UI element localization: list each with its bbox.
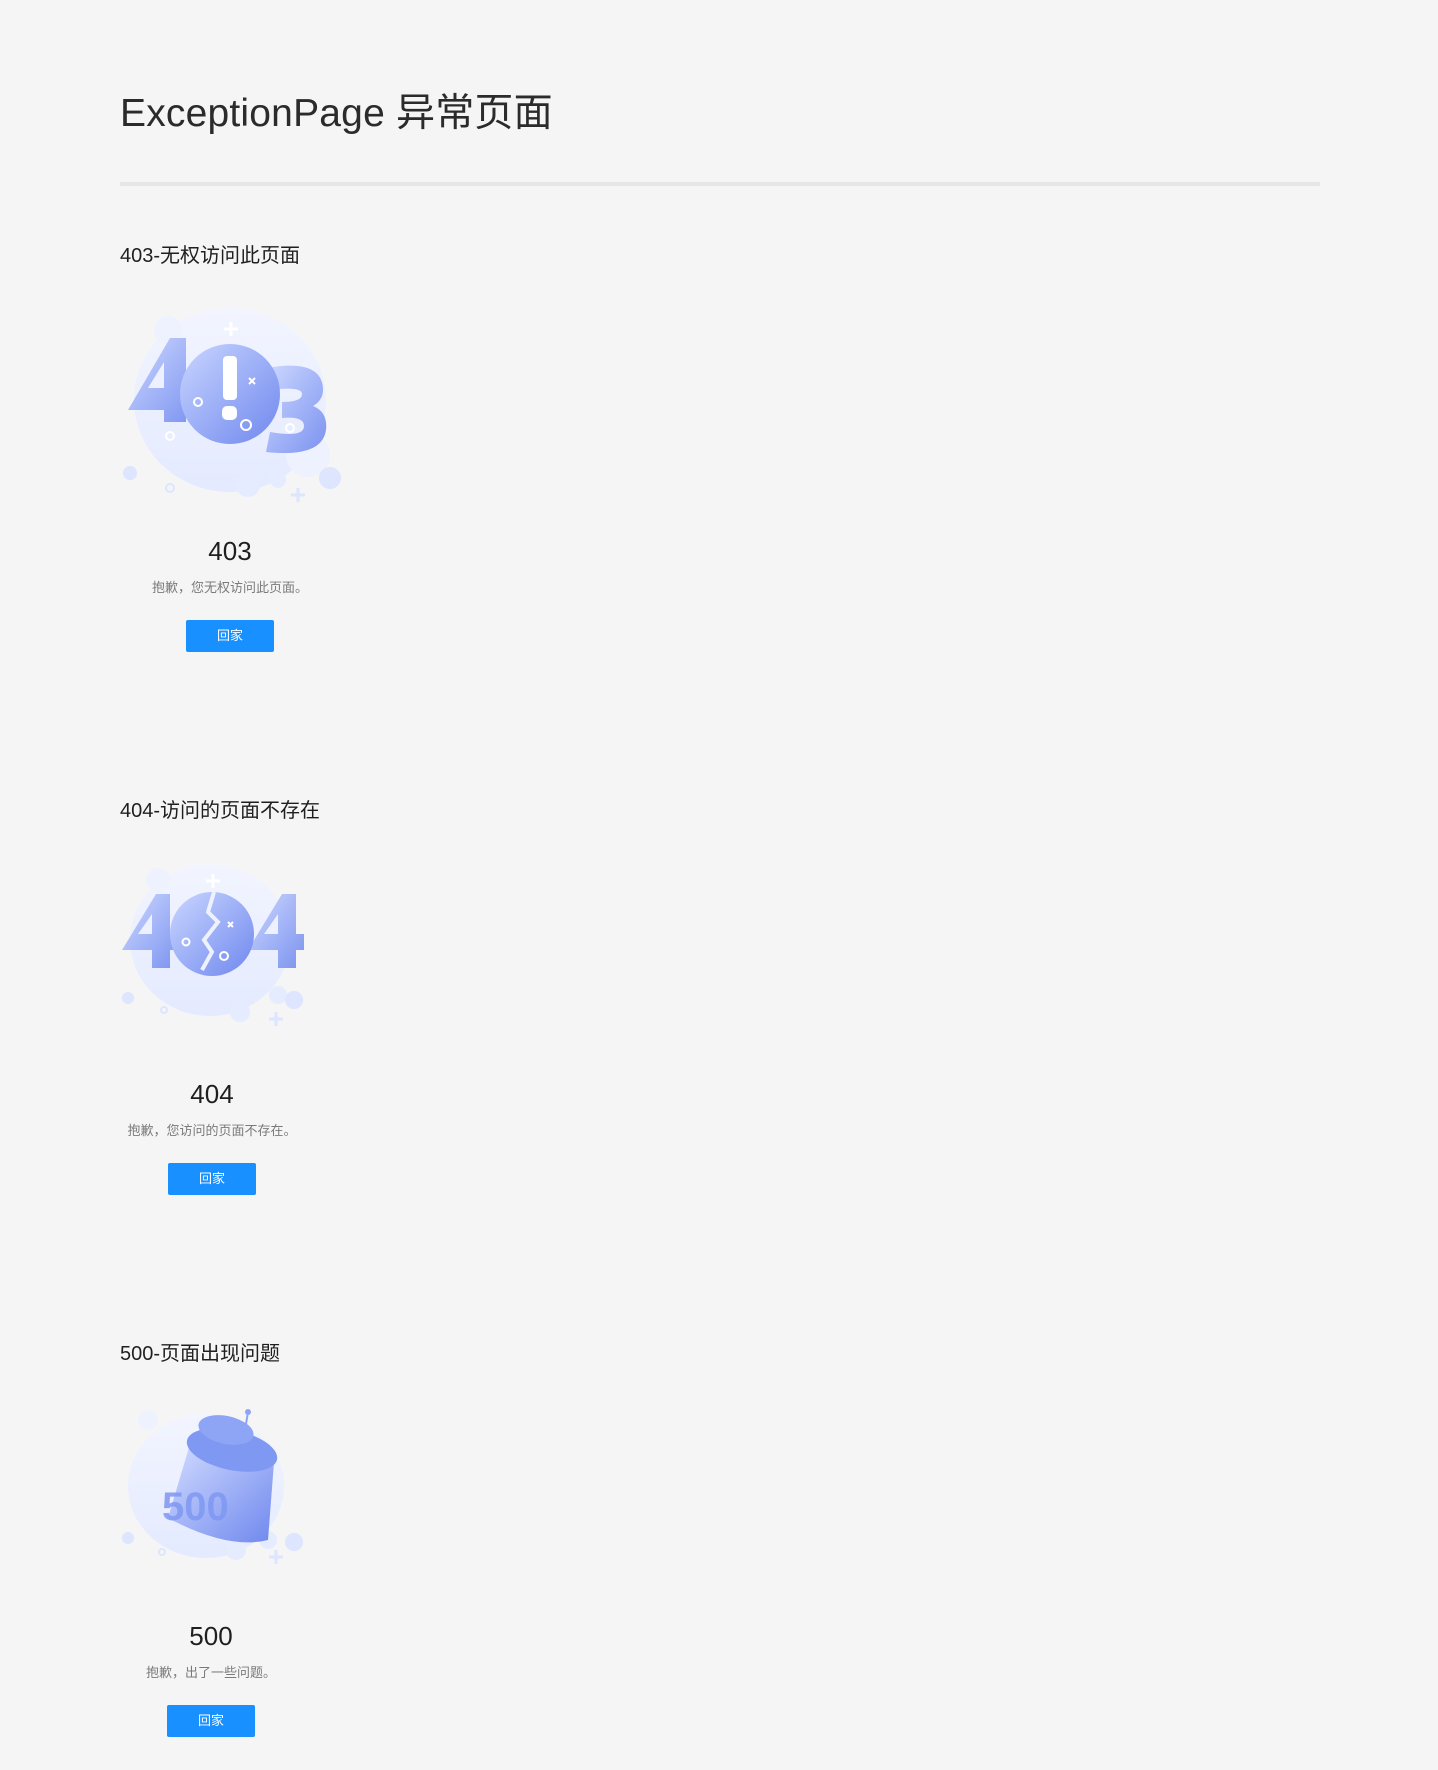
error-description: 抱歉，您无权访问此页面。 bbox=[151, 580, 308, 595]
home-button[interactable]: 回家 bbox=[167, 1705, 255, 1737]
page-title: ExceptionPage 异常页面 bbox=[120, 92, 553, 135]
error-403-illustration bbox=[118, 290, 344, 508]
section-404: 404-访问的页面不存在 bbox=[120, 796, 520, 826]
title-divider bbox=[120, 182, 1320, 186]
home-button[interactable]: 回家 bbox=[186, 620, 274, 652]
error-description: 抱歉，出了一些问题。 bbox=[145, 1665, 276, 1680]
section-500: 500-页面出现问题 bbox=[120, 1339, 520, 1369]
section-403: 403-无权访问此页面 bbox=[120, 241, 520, 271]
error-404-content: 404 抱歉，您访问的页面不存在。 回家 bbox=[112, 1079, 312, 1195]
error-code: 500 bbox=[189, 1621, 233, 1651]
error-404-illustration bbox=[118, 850, 308, 1030]
error-500-illustration: 500 bbox=[118, 1390, 308, 1570]
error-500-content: 500 抱歉，出了一些问题。 回家 bbox=[111, 1621, 311, 1737]
error-code: 404 bbox=[190, 1079, 234, 1109]
section-heading: 403-无权访问此页面 bbox=[120, 245, 301, 267]
home-button[interactable]: 回家 bbox=[168, 1163, 256, 1195]
section-heading: 404-访问的页面不存在 bbox=[120, 800, 321, 822]
svg-text:500: 500 bbox=[162, 1485, 229, 1529]
error-description: 抱歉，您访问的页面不存在。 bbox=[127, 1123, 297, 1138]
section-heading: 500-页面出现问题 bbox=[120, 1343, 281, 1365]
exception-page: ExceptionPage 异常页面 403-无权访问此页面 403 抱歉，您无… bbox=[0, 0, 1438, 1770]
error-code: 403 bbox=[208, 536, 252, 566]
error-403-content: 403 抱歉，您无权访问此页面。 回家 bbox=[130, 536, 330, 652]
